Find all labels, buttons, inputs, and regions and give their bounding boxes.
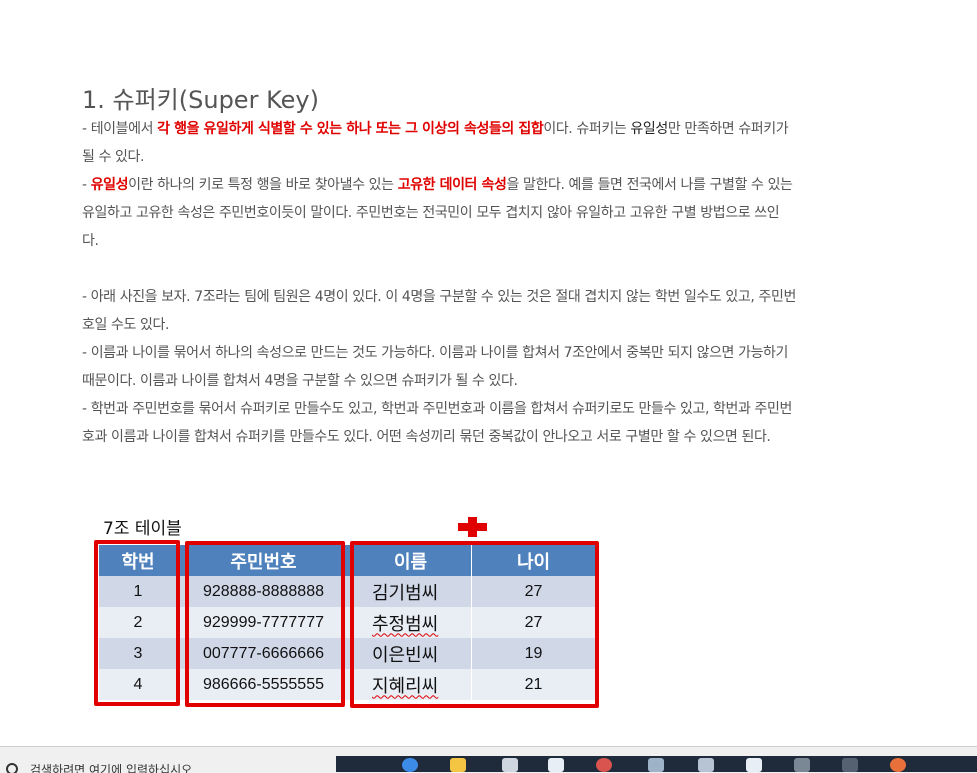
text-run: 을 말한다. 예를 들면 전국에서 나를 구별할 수 있는 [506, 177, 793, 193]
highlight-text: 유일성 [90, 177, 129, 193]
text-run: 이다. 슈퍼키는 [543, 121, 631, 137]
paragraph-line: - 아래 사진을 보자. 7조라는 팀에 팀원은 4명이 있다. 이 4명을 구… [82, 289, 796, 305]
taskbar-search-text[interactable]: 검색하려면 여기에 입력하십시오 [30, 761, 192, 773]
highlight-text: 고유한 데이터 속성 [397, 177, 507, 193]
highlight-box-resident-number [185, 541, 345, 707]
folder-app-icon[interactable] [450, 758, 466, 772]
app-icon[interactable] [794, 758, 810, 772]
highlight-text: 각 행을 유일하게 식별할 수 있는 하나 또는 그 이상의 속성들의 집합 [157, 121, 544, 137]
paragraph-line: 때문이다. 이름과 나이를 합쳐서 4명을 구분할 수 있으면 슈퍼키가 될 수… [82, 373, 518, 389]
paragraph-line: - 유일성이란 하나의 키로 특정 행을 바로 찾아낼수 있는 고유한 데이터 … [82, 174, 793, 194]
paragraph-line: - 학번과 주민번호를 묶어서 슈퍼키로 만들수도 있고, 학번과 주민번호과 … [82, 401, 792, 417]
text-run: - 테이블에서 [82, 121, 158, 137]
app-icon[interactable] [890, 758, 906, 772]
mail-app-icon[interactable] [548, 758, 564, 772]
app-icon[interactable] [842, 758, 858, 772]
highlight-box-name-age [350, 541, 599, 708]
paragraph-line: 호일 수도 있다. [82, 317, 170, 333]
highlight-box-student-id [94, 540, 180, 706]
paragraph-line: 유일하고 고유한 속성은 주민번호이듯이 말이다. 주민번호는 전국민이 모두 … [82, 205, 780, 221]
table-caption: 7조 테이블 [103, 519, 182, 539]
chrome-app-icon[interactable] [596, 758, 612, 772]
paragraph-line: 될 수 있다. [82, 149, 145, 165]
app-icon[interactable] [648, 758, 664, 772]
paragraph-line: - 테이블에서 각 행을 유일하게 식별할 수 있는 하나 또는 그 이상의 속… [82, 118, 789, 138]
text-run: 이란 하나의 키로 특정 행을 바로 찾아낼수 있는 [128, 177, 398, 193]
text-run: 만 만족하면 슈퍼키가 [667, 121, 789, 137]
app-icon[interactable] [698, 758, 714, 772]
text-run: - [82, 177, 91, 193]
paragraph-line: - 이름과 나이를 묶어서 하나의 속성으로 만드는 것도 가능하다. 이름과 … [82, 345, 789, 361]
browser-app-icon[interactable] [402, 758, 418, 772]
paragraph-line: 호과 이름과 나이를 합쳐서 슈퍼키를 만들수도 있다. 어떤 속성끼리 묶던 … [82, 429, 771, 445]
paragraph-line: 다. [82, 233, 99, 249]
app-icon[interactable] [746, 758, 762, 772]
store-app-icon[interactable] [502, 758, 518, 772]
plus-icon [458, 517, 487, 537]
emphasis-text: 유일성 [630, 121, 668, 137]
plus-bar-vertical [468, 517, 477, 537]
heading: 1. 슈퍼키(Super Key) [82, 86, 319, 114]
